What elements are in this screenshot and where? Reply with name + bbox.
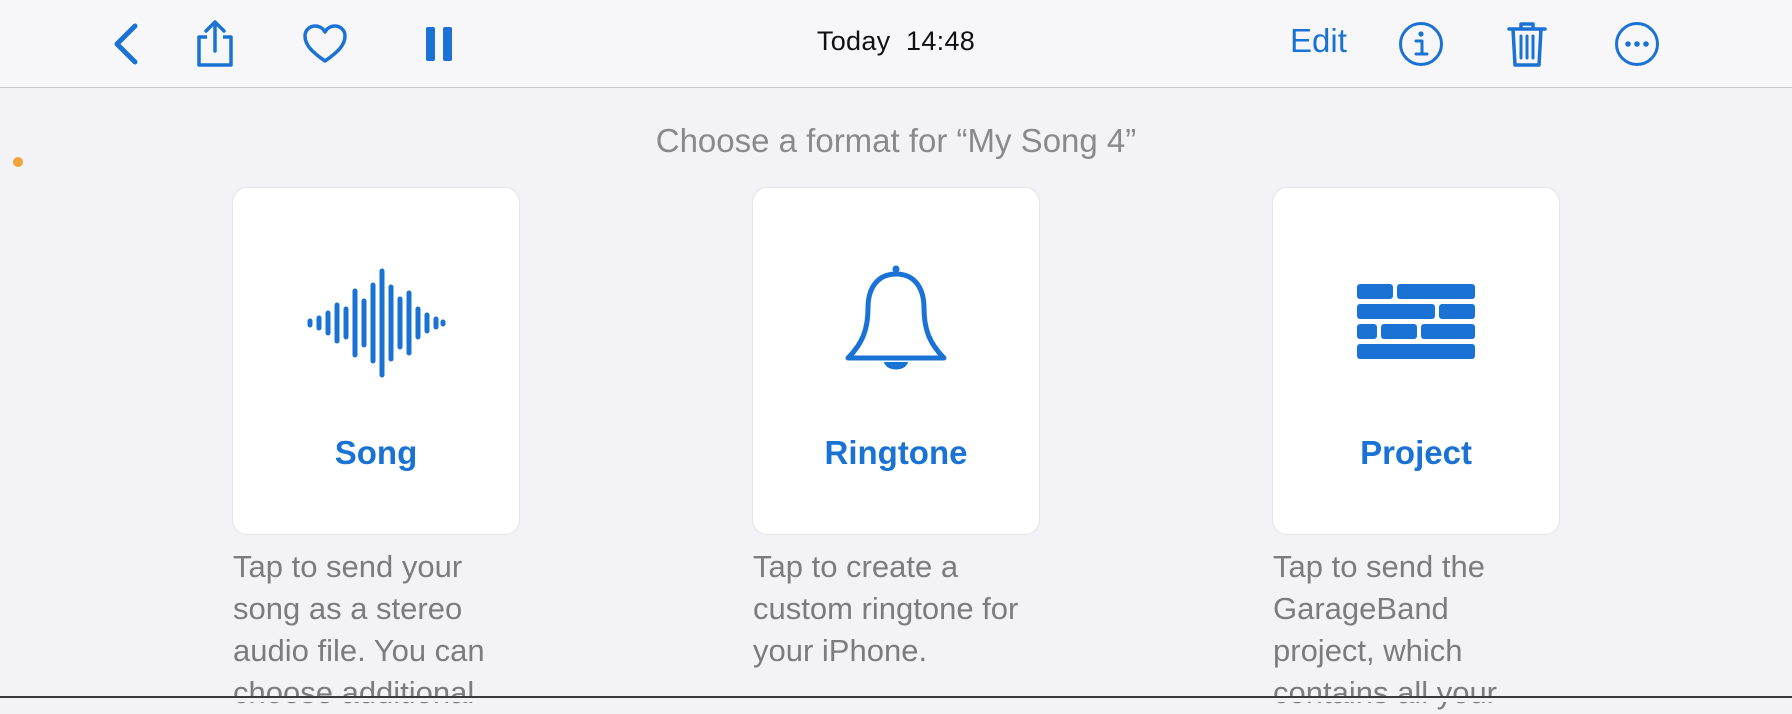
project-option-card[interactable]: Project	[1273, 188, 1559, 534]
ringtone-option-label: Ringtone	[824, 434, 968, 471]
delete-button[interactable]	[1497, 14, 1557, 74]
project-option-label: Project	[1360, 434, 1472, 471]
top-toolbar: Today 14:48 Edit	[0, 0, 1792, 88]
trash-icon	[1506, 19, 1548, 69]
bell-icon	[753, 258, 1039, 388]
format-heading: Choose a format for “My Song 4”	[655, 122, 1137, 159]
bricks-icon	[1273, 258, 1559, 388]
project-option-description: Tap to send the GarageBand project, whic…	[1273, 549, 1498, 710]
edit-button[interactable]: Edit	[1290, 22, 1347, 60]
ringtone-option-card[interactable]: Ringtone	[753, 188, 1039, 534]
song-option-label: Song	[334, 434, 418, 471]
more-icon	[1614, 21, 1660, 67]
song-option-description: Tap to send your song as a stereo audio …	[233, 549, 485, 710]
waveform-icon	[233, 258, 519, 388]
ringtone-option-description: Tap to create a custom ringtone for your…	[753, 549, 1019, 668]
song-option-card[interactable]: Song	[233, 188, 519, 534]
info-icon	[1398, 21, 1444, 67]
bottom-divider	[0, 696, 1792, 702]
info-button[interactable]	[1391, 14, 1451, 74]
more-button[interactable]	[1607, 14, 1667, 74]
